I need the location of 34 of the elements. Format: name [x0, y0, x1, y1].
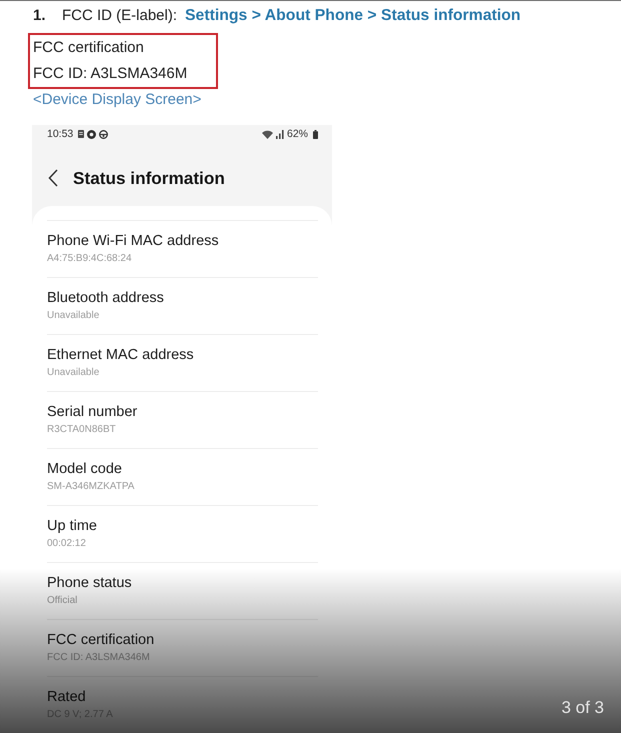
setting-label: FCC certification	[47, 631, 154, 649]
setting-label: Up time	[47, 517, 97, 535]
highlight-text: FCC certification	[33, 38, 145, 58]
back-icon[interactable]	[48, 169, 58, 187]
wifi-icon	[262, 130, 273, 138]
setting-label: Model code	[47, 460, 122, 478]
setting-label: Phone status	[47, 574, 132, 592]
ring-icon	[87, 130, 96, 138]
setting-value: 00:02:12	[47, 537, 86, 551]
screen-title: Status information	[73, 168, 225, 188]
step-number: 1.	[33, 6, 47, 26]
setting-value: Official	[47, 594, 78, 608]
circle-icon	[99, 130, 108, 138]
battery-icon	[313, 130, 318, 138]
signal-icon	[276, 130, 284, 138]
setting-value: FCC ID: A3LSMA346M	[47, 651, 150, 665]
heading-label: FCC ID (E-label):	[62, 6, 178, 26]
caption-text: <Device Display Screen>	[33, 90, 202, 110]
document-icon	[78, 130, 84, 138]
setting-label: Serial number	[47, 403, 138, 421]
setting-value: A4:75:B9:4C:68:24	[47, 252, 132, 266]
page-counter: 3 of 3	[561, 698, 604, 718]
setting-label: Phone Wi-Fi MAC address	[47, 232, 219, 250]
setting-label: Ethernet MAC address	[47, 346, 194, 364]
setting-value: Unavailable	[47, 309, 100, 323]
setting-value: SM-A346MZKATPA	[47, 480, 134, 494]
setting-label: Bluetooth address	[47, 289, 164, 307]
setting-label: Rated	[47, 688, 86, 706]
battery-percent: 62%	[286, 128, 308, 140]
setting-value: R3CTA0N86BT	[47, 423, 116, 437]
clock-text: 10:53	[47, 128, 74, 140]
highlight-text: FCC ID: A3LSMA346M	[33, 64, 188, 84]
setting-value: Unavailable	[47, 366, 100, 380]
menu-path: Settings > About Phone > Status information	[185, 6, 521, 26]
